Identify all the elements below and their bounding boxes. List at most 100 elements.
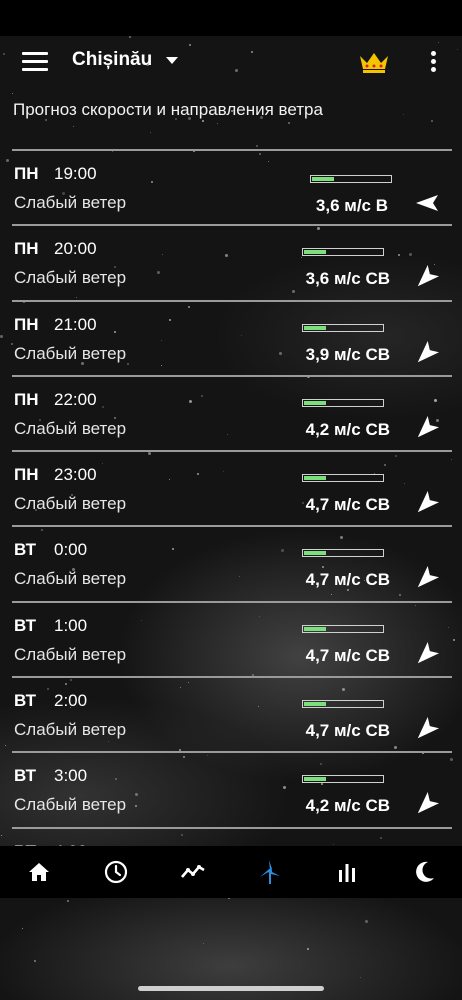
forecast-hour: 20:00 [54, 239, 97, 259]
app-bar: Chișinău [0, 36, 462, 86]
forecast-time: ПН 23:00 [14, 465, 97, 485]
wind-direction-arrow-icon [417, 415, 440, 438]
forecast-time: ПН 22:00 [14, 390, 97, 410]
wind-direction-arrow-icon [417, 717, 440, 739]
forecast-hour: 2:00 [54, 691, 88, 711]
wind-direction-arrow-icon [417, 265, 440, 287]
wind-strength-fill [304, 476, 326, 481]
nav-item-clock[interactable] [77, 846, 154, 898]
moon-icon [415, 861, 434, 882]
wind-strength-fill [312, 177, 334, 181]
snow-speck [360, 977, 361, 978]
forecast-row[interactable]: ПН 20:00 Слабый ветер 3,6 м/с СВ [12, 226, 452, 302]
nav-item-trend[interactable] [154, 846, 231, 898]
forecast-time: ВТ 0:00 [14, 540, 87, 560]
forecast-list[interactable]: ПН 19:00 Слабый ветер 3,6 м/с В ПН 20:00 Слабы… [0, 151, 462, 846]
snow-speck [365, 920, 368, 923]
forecast-hour: 1:00 [54, 615, 88, 635]
wind-description: Слабый ветер [14, 418, 127, 438]
nav-item-home[interactable] [0, 846, 77, 898]
page-title: Прогноз скорости и направления ветра [13, 100, 323, 119]
crown-icon[interactable] [358, 50, 390, 74]
wind-description: Слабый ветер [14, 343, 127, 363]
snow-speck [73, 126, 74, 127]
wind-speed: 4,7 м/с СВ [305, 721, 390, 741]
home-icon [28, 863, 49, 881]
snow-speck [22, 928, 23, 929]
forecast-row[interactable]: ВТ 3:00 Слабый ветер 4,2 м/с СВ [12, 753, 452, 829]
wind-direction-arrow-icon [417, 792, 440, 814]
wind-speed: 3,6 м/с СВ [305, 269, 390, 289]
wind-strength-bar [302, 323, 384, 332]
snow-speck [203, 943, 204, 944]
bottom-navigation [0, 846, 462, 898]
wind-description: Слабый ветер [14, 193, 127, 212]
forecast-hour: 21:00 [54, 314, 97, 334]
wind-description: Слабый ветер [14, 569, 127, 589]
more-vert-icon[interactable] [424, 50, 442, 74]
snow-speck [403, 114, 404, 115]
city-name: Chișinău [72, 49, 153, 70]
wind-strength-fill [304, 702, 326, 707]
forecast-day: ПН [14, 314, 39, 334]
snow-speck [307, 948, 309, 950]
forecast-row[interactable]: ПН 22:00 Слабый ветер 4,2 м/с СВ [12, 377, 452, 453]
forecast-day: ВТ [14, 615, 37, 635]
forecast-hour: 22:00 [54, 389, 97, 409]
nav-item-bar-chart[interactable] [308, 846, 385, 898]
wind-strength-bar [302, 248, 384, 257]
wind-speed: 4,7 м/с СВ [305, 645, 390, 665]
wind-description: Слабый ветер [14, 644, 127, 664]
wind-strength-bar [302, 624, 384, 633]
wind-speed: 3,9 м/с СВ [305, 344, 390, 364]
forecast-day: ПН [14, 239, 39, 259]
wind-turbine-icon [259, 860, 280, 884]
nav-item-moon[interactable] [385, 846, 462, 898]
snow-speck [431, 120, 433, 122]
wind-direction-arrow-icon [417, 340, 440, 362]
city-selector[interactable]: Chișinău [72, 49, 179, 71]
wind-direction-arrow-icon [417, 641, 440, 663]
wind-description: Слабый ветер [14, 494, 127, 514]
nav-item-wind-turbine[interactable] [231, 846, 308, 898]
wind-strength-bar [302, 474, 384, 483]
forecast-time: ВТ 1:00 [14, 616, 87, 636]
clock-icon [104, 860, 127, 884]
forecast-row[interactable]: ВТ 2:00 Слабый ветер 4,7 м/с СВ [12, 678, 452, 754]
wind-strength-fill [304, 626, 326, 631]
forecast-row[interactable]: ПН 19:00 Слабый ветер 3,6 м/с В [12, 151, 452, 227]
wind-description: Слабый ветер [14, 268, 127, 288]
snow-speck [34, 960, 36, 962]
forecast-hour: 0:00 [54, 540, 88, 560]
wind-speed: 3,6 м/с В [315, 196, 388, 215]
forecast-row[interactable]: ВТ 1:00 Слабый ветер 4,7 м/с СВ [12, 603, 452, 679]
forecast-day: ВТ [14, 540, 37, 560]
trend-icon [180, 865, 205, 878]
forecast-row[interactable]: ВТ 0:00 Слабый ветер 4,7 м/с СВ [12, 527, 452, 603]
home-indicator[interactable] [138, 986, 324, 991]
forecast-row[interactable]: ПН 21:00 Слабый ветер 3,9 м/с СВ [12, 302, 452, 377]
snow-speck [150, 132, 151, 133]
forecast-row[interactable]: ВТ4:00Слабый ветер [12, 829, 452, 846]
forecast-hour: 19:00 [54, 164, 97, 183]
wind-strength-fill [304, 400, 326, 405]
forecast-time: ПН 19:00 [14, 164, 97, 184]
wind-strength-fill [304, 551, 326, 556]
wind-speed: 4,2 м/с СВ [305, 796, 390, 816]
wind-strength-fill [304, 250, 326, 255]
forecast-day: ПН [14, 389, 39, 409]
wind-strength-bar [302, 775, 384, 784]
bar-chart-icon [338, 864, 355, 882]
wind-direction-arrow-icon [417, 491, 440, 513]
hamburger-icon[interactable] [22, 52, 48, 72]
snow-speck [202, 120, 204, 122]
forecast-row[interactable]: ПН 23:00 Слабый ветер 4,7 м/с СВ [12, 452, 452, 528]
forecast-day: ВТ [14, 766, 37, 786]
wind-strength-bar [302, 549, 384, 558]
status-bar [0, 0, 462, 36]
snow-speck [217, 123, 218, 124]
wind-strength-bar [302, 398, 384, 407]
wind-speed: 4,2 м/с СВ [305, 419, 390, 439]
wind-description: Слабый ветер [14, 795, 127, 815]
snow-speck [12, 93, 13, 94]
